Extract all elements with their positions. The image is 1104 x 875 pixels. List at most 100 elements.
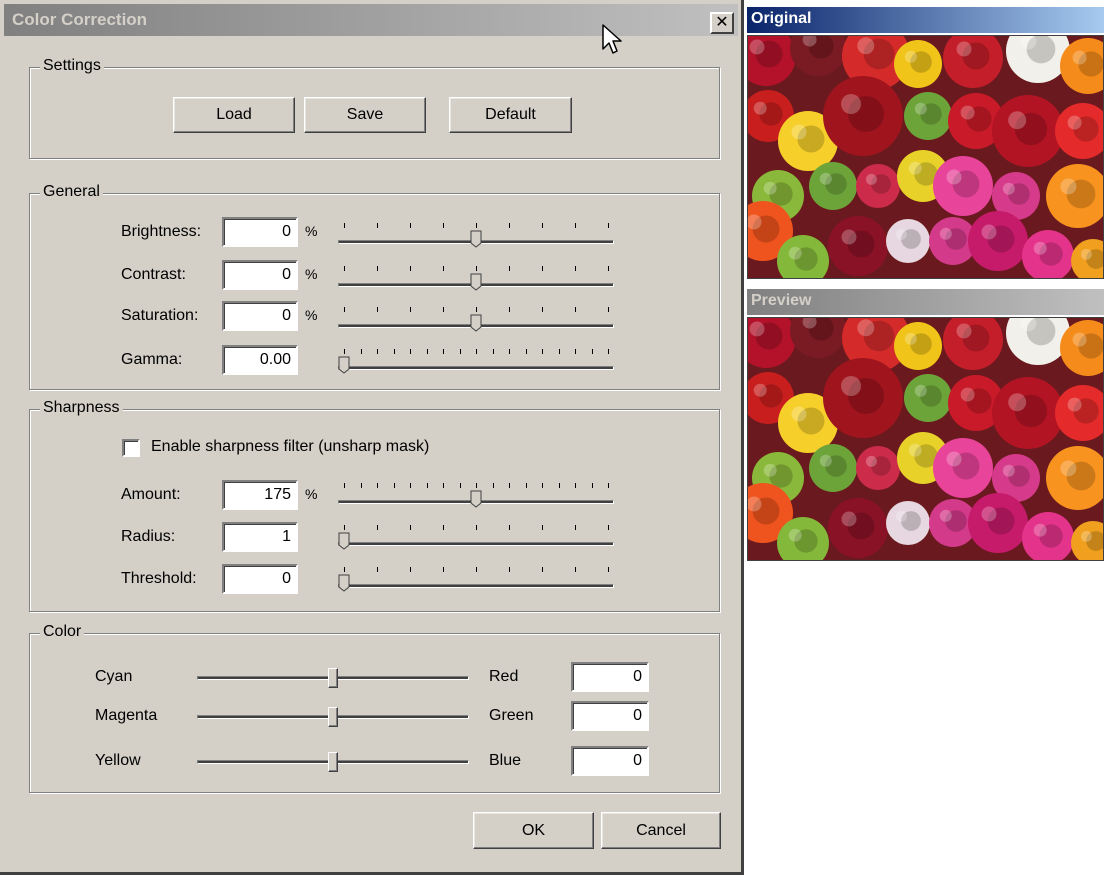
gamma-label: Gamma: [121,351,183,368]
slider-thumb[interactable] [328,707,338,727]
slider-thumb[interactable] [338,532,350,550]
slider-tick [344,223,345,228]
slider-tick [608,223,609,228]
close-button[interactable]: ✕ [710,12,734,34]
slider-tick [476,266,477,271]
slider-tick [591,483,593,488]
slider-track [338,542,614,546]
slider-thumb[interactable] [470,490,482,508]
preview-panel-title: Preview [747,289,1104,315]
slider-tick [377,483,378,488]
slider-tick [360,349,362,354]
slider-tick [525,483,527,488]
save-button[interactable]: Save [304,97,426,133]
slider-tick [377,307,378,312]
contrast-slider[interactable] [338,265,614,293]
slider-tick [443,349,444,354]
slider-tick [575,525,576,530]
cancel-button-label: Cancel [636,821,686,839]
slider-tick [542,307,543,312]
load-button[interactable]: Load [173,97,295,133]
slider-tick [393,483,395,488]
slider-tick [377,223,378,228]
threshold-input[interactable]: 0 [222,564,298,594]
original-title-text: Original [751,10,812,27]
slider-tick [558,483,560,488]
slider-tick [542,525,543,530]
default-button-label: Default [485,106,536,123]
cancel-button[interactable]: Cancel [601,812,721,849]
magenta-green-slider[interactable] [197,703,469,731]
slider-tick [393,349,395,354]
gamma-input[interactable]: 0.00 [222,345,298,375]
slider-thumb[interactable] [328,752,338,772]
slider-thumb[interactable] [338,574,350,592]
gamma-slider[interactable] [338,348,614,376]
slider-tick [410,266,411,271]
slider-tick [575,266,576,271]
dialog-titlebar[interactable]: Color Correction ✕ [4,4,738,36]
load-button-label: Load [216,106,252,123]
yellow-blue-slider[interactable] [197,748,469,776]
slider-tick [459,483,461,488]
slider-tick [608,483,609,488]
slider-thumb[interactable] [328,668,338,688]
sharpness-legend: Sharpness [40,399,123,417]
amount-slider[interactable] [338,482,614,510]
slider-tick [476,483,477,488]
saturation-input[interactable]: 0 [222,301,298,331]
preview-flowers-image [748,318,1103,560]
slider-tick [525,349,527,354]
slider-tick [575,307,576,312]
sharpness-enable-checkbox[interactable] [122,439,140,457]
slider-tick [443,266,444,271]
brightness-input[interactable]: 0 [222,217,298,247]
slider-tick [509,349,510,354]
slider-tick [360,483,362,488]
cyan-label: Cyan [95,668,133,685]
default-button[interactable]: Default [449,97,572,133]
slider-tick [608,525,609,530]
slider-tick [443,567,444,572]
radius-slider[interactable] [338,524,614,552]
contrast-label: Contrast: [121,266,186,283]
preview-title-text: Preview [751,292,812,309]
slider-thumb[interactable] [338,356,350,374]
slider-tick [377,525,378,530]
radius-input[interactable]: 1 [222,522,298,552]
slider-thumb[interactable] [470,273,482,291]
green-label: Green [489,707,534,724]
original-panel-title: Original [747,7,1104,33]
general-legend: General [40,183,103,201]
slider-tick [344,525,345,530]
preview-image [747,317,1104,561]
slider-thumb[interactable] [470,314,482,332]
close-icon: ✕ [715,14,729,31]
slider-tick [542,223,543,228]
original-flowers-image [748,36,1103,278]
amount-input[interactable]: 175 [222,480,298,510]
slider-tick [443,483,444,488]
slider-tick [492,483,494,488]
slider-tick [410,307,411,312]
slider-track [338,366,614,370]
slider-tick [575,567,576,572]
slider-tick [344,567,345,572]
slider-thumb[interactable] [470,230,482,248]
red-input[interactable]: 0 [571,662,649,692]
slider-tick [542,567,543,572]
cyan-red-slider[interactable] [197,664,469,692]
threshold-slider[interactable] [338,566,614,594]
ok-button[interactable]: OK [473,812,594,849]
slider-tick [443,525,444,530]
saturation-unit: % [305,307,318,323]
saturation-slider[interactable] [338,306,614,334]
slider-tick [377,567,378,572]
color-correction-dialog: Color Correction ✕ Settings Load Save De… [0,0,744,875]
contrast-input[interactable]: 0 [222,260,298,290]
green-input[interactable]: 0 [571,701,649,731]
slider-tick [575,349,576,354]
slider-tick [608,567,609,572]
brightness-slider[interactable] [338,222,614,250]
blue-input[interactable]: 0 [571,746,649,776]
